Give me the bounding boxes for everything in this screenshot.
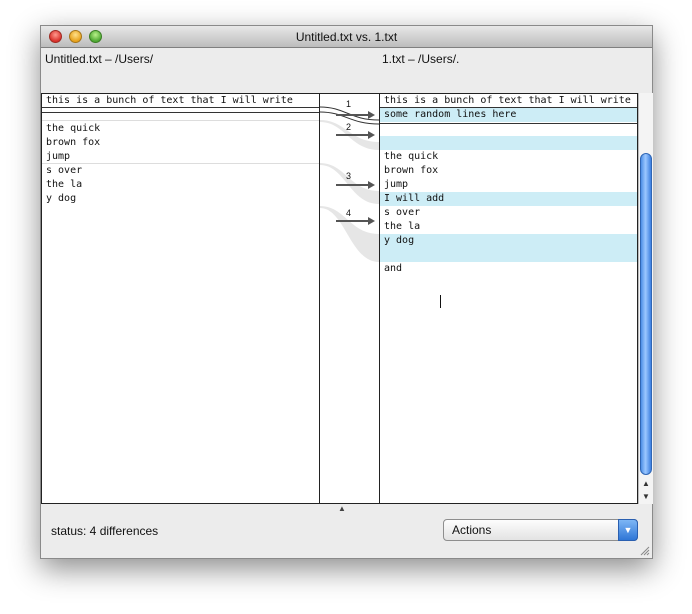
right-line[interactable]: I will add — [380, 192, 637, 206]
right-line[interactable]: y dog — [380, 234, 637, 248]
left-line[interactable]: this is a bunch of text that I will writ… — [42, 94, 319, 108]
left-line[interactable]: y dog — [42, 192, 319, 206]
text-caret — [440, 295, 441, 308]
popup-arrow-icon[interactable]: ▼ — [618, 519, 638, 541]
gap-marker — [42, 163, 319, 164]
scroll-up-arrow-icon[interactable]: ▲ — [639, 478, 653, 490]
diff-connectors — [320, 106, 379, 262]
title-bar: Untitled.txt vs. 1.txt — [41, 26, 652, 48]
vertical-scrollbar[interactable]: ▲ ▼ — [638, 93, 653, 504]
diff-boundary — [42, 112, 319, 113]
right-file-path: 1.txt – /Users/. — [382, 52, 460, 66]
left-line[interactable]: jump — [42, 150, 319, 164]
right-line[interactable]: brown fox — [380, 164, 637, 178]
diff-number[interactable]: 2 — [346, 122, 351, 132]
actions-label: Actions — [452, 523, 492, 537]
arrow-1 — [336, 111, 375, 119]
left-line[interactable]: the la — [42, 178, 319, 192]
left-file-path: Untitled.txt – /Users/ — [45, 52, 154, 66]
gap-marker — [42, 120, 319, 121]
right-text-pane[interactable]: this is a bunch of text that I will writ… — [379, 93, 638, 504]
scroll-thumb[interactable] — [640, 153, 652, 475]
window-title: Untitled.txt vs. 1.txt — [295, 30, 398, 44]
resize-grip-icon[interactable] — [640, 546, 650, 556]
right-line[interactable]: some random lines here — [380, 108, 637, 122]
split-view-handle-icon[interactable]: ▲ — [335, 504, 349, 514]
diff-boundary — [380, 123, 637, 124]
diff-highlight — [380, 136, 637, 150]
diff-number[interactable]: 1 — [346, 99, 351, 109]
right-line[interactable]: this is a bunch of text that I will writ… — [380, 94, 637, 108]
right-line[interactable]: the la — [380, 220, 637, 234]
status-text: status: 4 differences — [51, 524, 159, 538]
left-line[interactable]: s over — [42, 164, 319, 178]
diff-gutter: 1 2 3 4 — [320, 93, 379, 504]
diff-number[interactable]: 4 — [346, 208, 351, 218]
right-line[interactable]: the quick — [380, 150, 637, 164]
left-line[interactable]: the quick — [42, 122, 319, 136]
right-line[interactable]: and — [380, 262, 637, 276]
actions-popup[interactable]: Actions ▼ — [443, 519, 638, 541]
left-line[interactable]: brown fox — [42, 136, 319, 150]
filemerge-window: Untitled.txt vs. 1.txt Untitled.txt – /U… — [40, 25, 653, 559]
diff-number[interactable]: 3 — [346, 171, 351, 181]
right-line[interactable]: s over — [380, 206, 637, 220]
left-text-pane[interactable]: this is a bunch of text that I will writ… — [41, 93, 320, 504]
scroll-down-arrow-icon[interactable]: ▼ — [639, 491, 653, 503]
right-line[interactable]: jump — [380, 178, 637, 192]
